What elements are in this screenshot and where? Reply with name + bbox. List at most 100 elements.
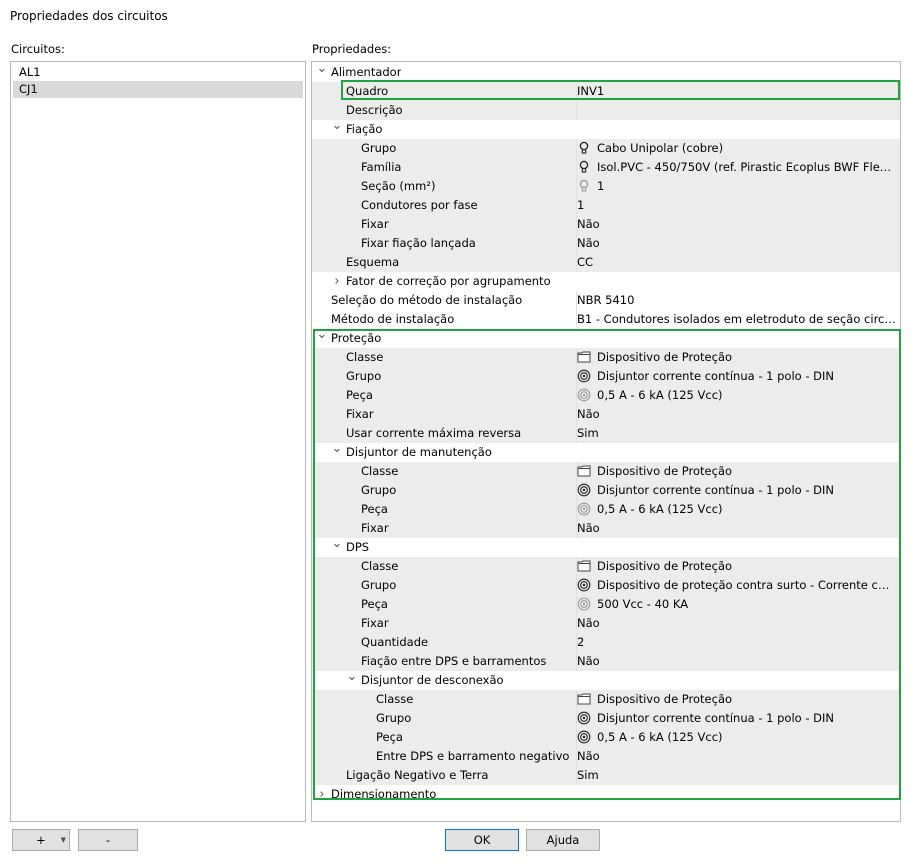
chevron-down-icon[interactable]: ⌄ — [346, 667, 358, 686]
chevron-down-icon[interactable]: ⌄ — [331, 534, 343, 553]
property-row[interactable]: Usar corrente máxima reversa Sim — [312, 424, 900, 443]
property-row[interactable]: Classe Dispositivo de Proteção — [312, 462, 900, 481]
property-row[interactable]: Grupo Cabo Unipolar (cobre) — [312, 139, 900, 158]
property-row[interactable]: ⌄ Alimentador — [312, 62, 900, 82]
property-name: Peça — [346, 388, 373, 402]
property-row[interactable]: ⌄ Disjuntor de desconexão — [312, 669, 900, 690]
property-value-text: Não — [577, 407, 600, 421]
property-value[interactable]: 1 — [577, 177, 896, 196]
property-value[interactable]: Dispositivo de Proteção — [577, 348, 896, 367]
property-row[interactable]: Quantidade 2 — [312, 633, 900, 652]
property-row[interactable]: Peça 0,5 A - 6 kA (125 Vcc) — [312, 728, 900, 747]
property-row[interactable]: Esquema CC — [312, 253, 900, 272]
property-row[interactable]: ⌄ Disjuntor de manutenção — [312, 441, 900, 462]
property-name: Família — [361, 160, 402, 174]
property-value[interactable]: 0,5 A - 6 kA (125 Vcc) — [577, 386, 896, 405]
property-row[interactable]: ⌄ Fiação — [312, 118, 900, 139]
property-row[interactable]: Fixar fiação lançada Não — [312, 234, 900, 253]
property-row[interactable]: Grupo Dispositivo de proteção contra surt… — [312, 576, 900, 595]
property-value[interactable]: Dispositivo de Proteção — [577, 557, 896, 576]
property-value[interactable]: Isol.PVC - 450/750V (ref. Pirastic Ecopl… — [577, 158, 896, 177]
property-row[interactable]: Entre DPS e barramento negativo Não — [312, 747, 900, 766]
chevron-down-icon[interactable]: ⌄ — [316, 62, 328, 78]
property-row[interactable]: Seleção do método de instalação NBR 5410 — [312, 291, 900, 310]
bulb-icon — [579, 141, 589, 154]
property-name: Seção (mm²) — [361, 179, 436, 193]
property-value[interactable]: Disjuntor corrente contínua - 1 polo - D… — [577, 367, 896, 386]
property-value[interactable]: 0,5 A - 6 kA (125 Vcc) — [577, 500, 896, 519]
property-value[interactable]: 500 Vcc - 40 KA — [577, 595, 896, 614]
property-value[interactable]: Dispositivo de Proteção — [577, 690, 896, 709]
property-name: Grupo — [361, 141, 397, 155]
property-row[interactable]: Peça 500 Vcc - 40 KA — [312, 595, 900, 614]
property-row[interactable]: Quadro INV1 — [312, 82, 900, 101]
property-value[interactable]: Sim — [577, 766, 896, 785]
property-name: Esquema — [346, 255, 400, 269]
circuits-list[interactable]: AL1 CJ1 — [10, 61, 306, 822]
help-button[interactable]: Ajuda — [526, 829, 600, 851]
property-value[interactable]: Disjuntor corrente contínua - 1 polo - D… — [577, 481, 896, 500]
chevron-down-icon[interactable]: ▼ — [61, 830, 66, 850]
property-row[interactable]: Seção (mm²) 1 — [312, 177, 900, 196]
property-value[interactable]: 0,5 A - 6 kA (125 Vcc) — [577, 728, 896, 747]
property-row[interactable]: Classe Dispositivo de Proteção — [312, 557, 900, 576]
property-value[interactable]: Cabo Unipolar (cobre) — [577, 139, 896, 158]
property-value[interactable]: 1 — [577, 196, 896, 215]
property-row[interactable]: › Fator de correção por agrupamento — [312, 272, 900, 291]
circuit-item-al1[interactable]: AL1 — [13, 64, 303, 81]
property-value[interactable]: Não — [577, 215, 896, 234]
property-value[interactable]: Não — [577, 614, 896, 633]
property-value[interactable]: Sim — [577, 424, 896, 443]
property-value[interactable]: 2 — [577, 633, 896, 652]
property-row[interactable]: Fixar Não — [312, 519, 900, 538]
property-row[interactable]: Grupo Disjuntor corrente contínua - 1 pol… — [312, 709, 900, 728]
property-row[interactable]: Peça 0,5 A - 6 kA (125 Vcc) — [312, 386, 900, 405]
chevron-right-icon[interactable]: › — [331, 272, 343, 291]
property-value[interactable]: Não — [577, 747, 896, 766]
property-value[interactable]: B1 - Condutores isolados em eletroduto d… — [577, 310, 896, 329]
property-row[interactable]: Grupo Disjuntor corrente contínua - 1 pol… — [312, 367, 900, 386]
property-row[interactable]: › Dimensionamento — [312, 785, 900, 804]
property-value-text: Dispositivo de proteção contra surto - C… — [597, 578, 896, 592]
chevron-right-icon[interactable]: › — [316, 785, 328, 804]
property-grid[interactable]: ⌄ Alimentador Quadro INV1 Descrição ⌄ Fiação Gr… — [311, 61, 901, 822]
property-row[interactable]: Peça 0,5 A - 6 kA (125 Vcc) — [312, 500, 900, 519]
chevron-down-icon[interactable]: ⌄ — [316, 325, 328, 344]
property-name: Disjuntor de desconexão — [361, 673, 504, 687]
chevron-down-icon[interactable]: ⌄ — [331, 116, 343, 135]
property-row[interactable]: ⌄ Proteção — [312, 327, 900, 348]
property-value-text: Dispositivo de Proteção — [597, 692, 733, 706]
property-row[interactable]: ⌄ DPS — [312, 536, 900, 557]
property-row[interactable]: Descrição — [312, 101, 900, 120]
property-value[interactable]: Não — [577, 652, 896, 671]
property-value[interactable]: CC — [577, 253, 896, 272]
property-row[interactable]: Grupo Disjuntor corrente contínua - 1 pol… — [312, 481, 900, 500]
property-name: Peça — [376, 730, 403, 744]
circuit-item-cj1[interactable]: CJ1 — [13, 81, 303, 98]
property-value[interactable]: Não — [577, 234, 896, 253]
chevron-down-icon[interactable]: ⌄ — [331, 439, 343, 458]
ok-button[interactable]: OK — [445, 829, 519, 851]
property-row[interactable]: Família Isol.PVC - 450/750V (ref. Pirasti… — [312, 158, 900, 177]
property-row[interactable]: Fixar Não — [312, 215, 900, 234]
property-value[interactable]: INV1 — [577, 82, 896, 101]
property-row[interactable]: Classe Dispositivo de Proteção — [312, 348, 900, 367]
property-row[interactable]: Classe Dispositivo de Proteção — [312, 690, 900, 709]
property-value[interactable]: Disjuntor corrente contínua - 1 polo - D… — [577, 709, 896, 728]
property-name: Fixar — [361, 521, 389, 535]
property-row[interactable]: Fixar Não — [312, 614, 900, 633]
property-row[interactable]: Método de instalação B1 - Condutores isol… — [312, 310, 900, 329]
property-value[interactable]: Não — [577, 519, 896, 538]
property-value[interactable]: Dispositivo de Proteção — [577, 462, 896, 481]
property-value[interactable]: Dispositivo de proteção contra surto - C… — [577, 576, 896, 595]
property-value[interactable]: NBR 5410 — [577, 291, 896, 310]
property-row[interactable]: Fiação entre DPS e barramentos Não — [312, 652, 900, 671]
property-name: Fiação entre DPS e barramentos — [361, 654, 547, 668]
property-row[interactable]: Ligação Negativo e Terra Sim — [312, 766, 900, 785]
property-row[interactable]: Fixar Não — [312, 405, 900, 424]
property-value[interactable]: Não — [577, 405, 896, 424]
add-circuit-button[interactable]: + ▼ — [12, 829, 70, 851]
property-row[interactable]: Condutores por fase 1 — [312, 196, 900, 215]
remove-circuit-button[interactable]: - — [78, 829, 138, 851]
breaker-icon — [577, 730, 591, 744]
